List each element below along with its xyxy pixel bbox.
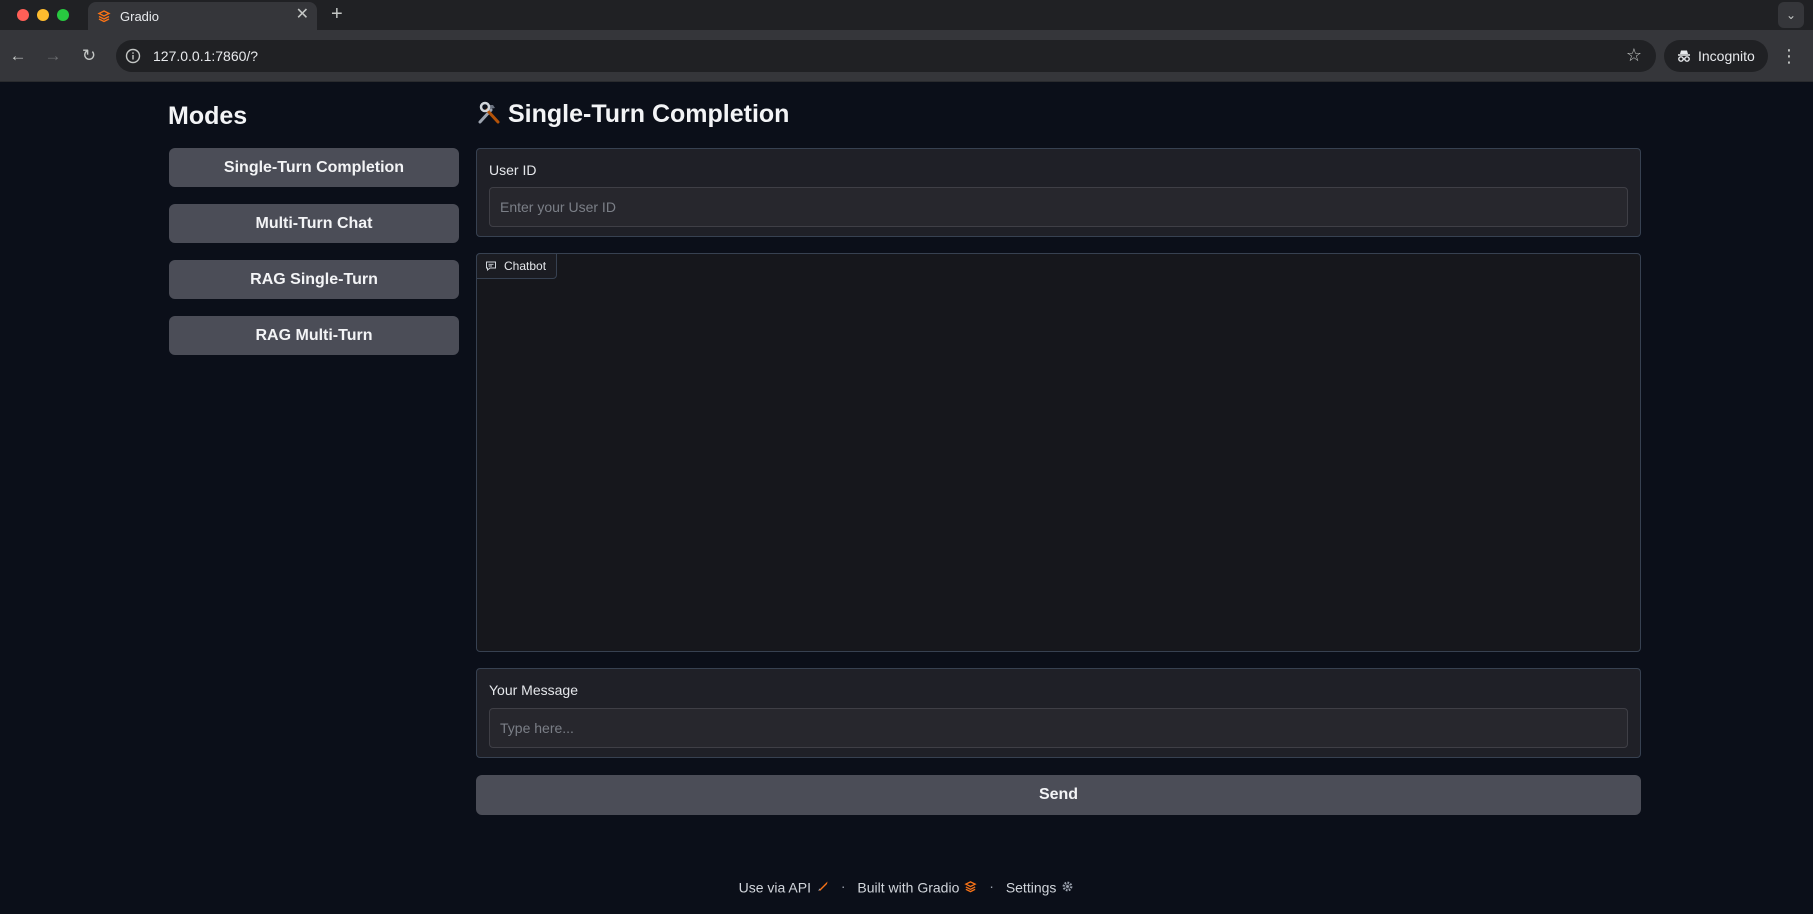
settings-label: Settings — [1005, 878, 1057, 895]
page-title-text: Single-Turn Completion — [508, 100, 790, 128]
tab-search-chevron-icon[interactable]: ⌄ — [1778, 2, 1804, 28]
footer: Use via API · Built with Gradio · Settin… — [0, 877, 1813, 895]
reload-icon[interactable]: ↻ — [77, 44, 101, 68]
forward-arrow-icon[interactable]: → — [41, 44, 65, 68]
send-button[interactable]: Send — [476, 775, 1641, 815]
built-with-gradio-link[interactable]: Built with Gradio — [857, 878, 977, 895]
built-with-gradio-label: Built with Gradio — [857, 878, 960, 895]
incognito-badge[interactable]: Incognito — [1664, 40, 1768, 72]
user-id-input[interactable]: Enter your User ID — [489, 187, 1628, 227]
address-bar[interactable]: 127.0.0.1:7860/? ☆ — [116, 40, 1656, 72]
message-input[interactable]: Type here... — [489, 708, 1628, 748]
bookmark-star-icon[interactable]: ☆ — [1626, 45, 1642, 66]
rag-multi-turn-button[interactable]: RAG Multi-Turn — [169, 316, 459, 355]
url-text: 127.0.0.1:7860/? — [153, 48, 259, 64]
incognito-label: Incognito — [1698, 48, 1755, 64]
rag-single-turn-button[interactable]: RAG Single-Turn — [169, 260, 459, 299]
browser-tab[interactable]: Gradio ✕ — [88, 2, 317, 30]
page-title: Single-Turn Completion — [476, 100, 789, 129]
use-via-api-link[interactable]: Use via API — [738, 878, 829, 895]
chatbot-label: Chatbot — [504, 259, 547, 273]
multi-turn-chat-button[interactable]: Multi-Turn Chat — [169, 204, 459, 243]
settings-link[interactable]: Settings — [1005, 878, 1075, 895]
gradio-logo-icon — [97, 10, 111, 23]
footer-separator: · — [989, 878, 994, 895]
minimize-window-button[interactable] — [37, 9, 49, 21]
browser-tab-bar: Gradio ✕ + ⌄ — [0, 0, 1813, 30]
gradio-logo-icon — [964, 881, 977, 893]
close-window-button[interactable] — [17, 9, 29, 21]
single-turn-completion-button[interactable]: Single-Turn Completion — [169, 148, 459, 187]
maximize-window-button[interactable] — [57, 9, 69, 21]
message-placeholder: Type here... — [500, 720, 574, 736]
user-id-placeholder: Enter your User ID — [500, 199, 616, 215]
new-tab-button[interactable]: + — [331, 3, 343, 25]
gear-icon — [1063, 882, 1073, 892]
incognito-icon — [1678, 50, 1690, 62]
browser-menu-icon[interactable]: ⋮ — [1779, 44, 1799, 68]
gradio-app: Modes Single-Turn Completion Multi-Turn … — [0, 82, 1813, 914]
chatbot-panel[interactable]: Chatbot — [476, 253, 1641, 652]
rocket-icon — [817, 881, 828, 892]
hammer-and-wrench-icon — [478, 101, 500, 124]
site-info-icon[interactable] — [125, 48, 141, 64]
use-via-api-label: Use via API — [738, 878, 811, 895]
back-arrow-icon[interactable]: ← — [6, 44, 30, 68]
user-id-label: User ID — [489, 162, 537, 178]
chatbot-label-tag: Chatbot — [476, 253, 558, 279]
chat-bubble-icon — [486, 261, 496, 272]
tab-title: Gradio — [120, 9, 160, 24]
close-tab-icon[interactable]: ✕ — [296, 6, 309, 24]
modes-heading: Modes — [168, 102, 248, 130]
user-id-block: User ID Enter your User ID — [476, 148, 1641, 237]
footer-separator: · — [840, 878, 846, 895]
browser-toolbar: ← → ↻ 127.0.0.1:7860/? ☆ Incognito ⋮ — [0, 30, 1813, 82]
message-block: Your Message Type here... — [476, 668, 1641, 758]
message-label: Your Message — [489, 682, 578, 698]
